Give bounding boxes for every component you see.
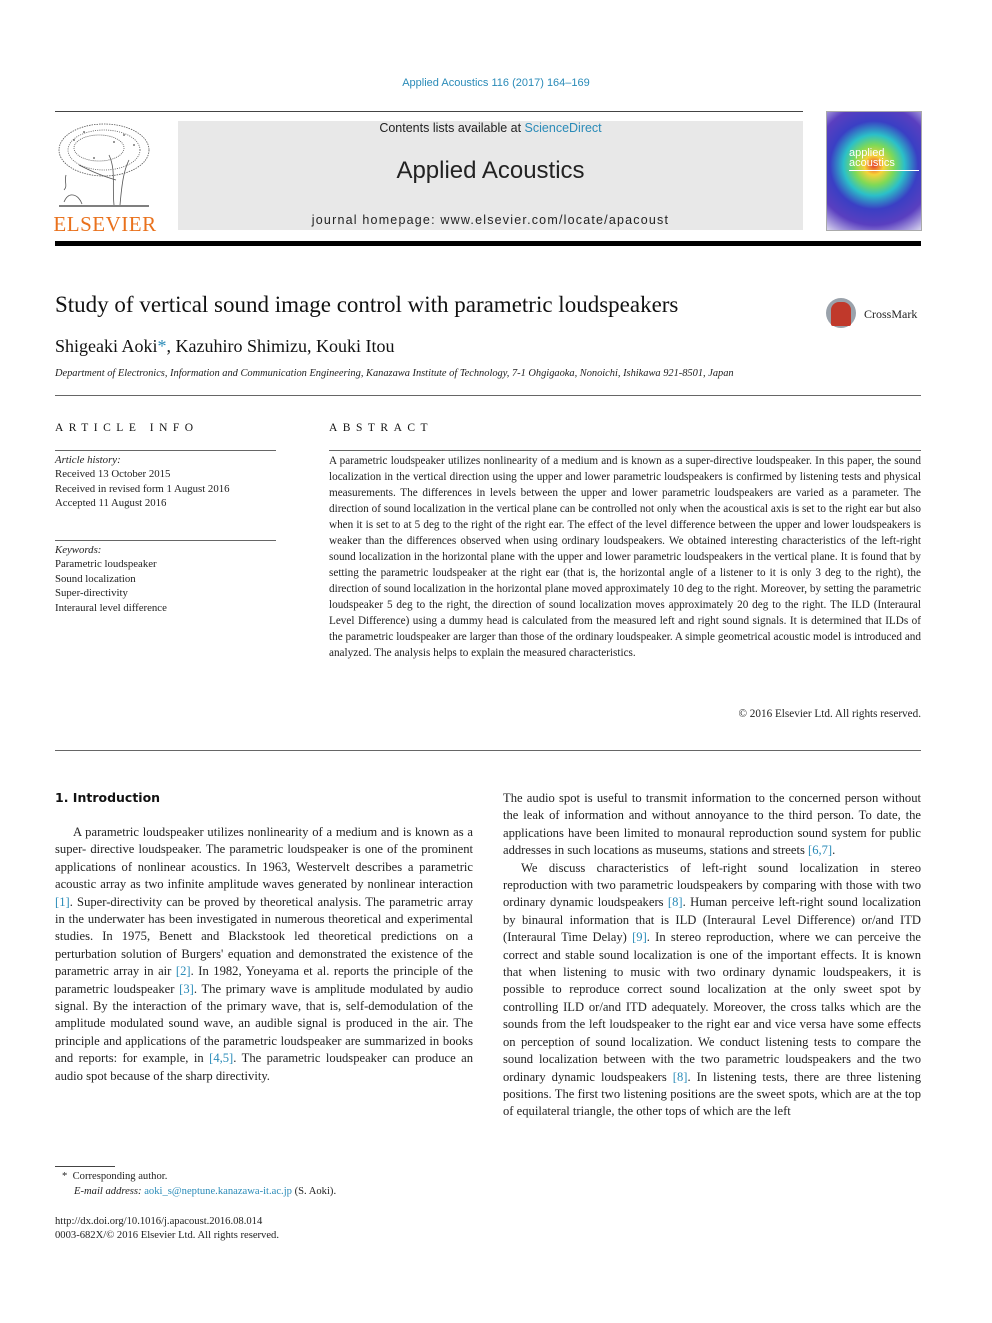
section-heading: 1. Introduction xyxy=(55,790,161,805)
citation-link[interactable]: [1] xyxy=(55,895,70,909)
citation-link[interactable]: [2] xyxy=(176,964,191,978)
crossmark-label: CrossMark xyxy=(864,307,918,321)
paragraph: We discuss characteristics of left-right… xyxy=(503,860,921,1121)
journal-cover-image[interactable]: applied acoustics xyxy=(826,111,922,231)
abstract-heading: ABSTRACT xyxy=(329,422,434,434)
citation-link[interactable]: [8] xyxy=(668,895,683,909)
keyword-item: Interaural level difference xyxy=(55,601,167,614)
author-name: Shigeaki Aoki xyxy=(55,336,158,356)
article-info-divider xyxy=(55,450,276,451)
header-thick-divider xyxy=(55,241,921,246)
cover-title-line2: acoustics xyxy=(849,157,895,169)
author-list: Shigeaki Aoki*, Kazuhiro Shimizu, Kouki … xyxy=(55,336,394,357)
footnote-text: Corresponding author. xyxy=(72,1171,168,1182)
keyword-item: Parametric loudspeaker xyxy=(55,558,157,571)
sciencedirect-link[interactable]: ScienceDirect xyxy=(525,121,602,135)
email-footnote: E-mail address: aoki_s@neptune.kanazawa-… xyxy=(74,1186,336,1197)
journal-header: Contents lists available at ScienceDirec… xyxy=(178,121,803,230)
crossmark-icon xyxy=(826,298,856,328)
paragraph-text: The audio spot is useful to transmit inf… xyxy=(503,791,921,858)
history-item: Received in revised form 1 August 2016 xyxy=(55,482,230,495)
article-history: Article history: Received 13 October 201… xyxy=(55,453,280,511)
history-label: Article history: xyxy=(55,454,121,466)
history-item: Received 13 October 2015 xyxy=(55,468,171,481)
elsevier-logo[interactable]: ELSEVIER xyxy=(52,120,158,236)
paragraph: The audio spot is useful to transmit inf… xyxy=(503,790,921,860)
article-info-heading: ARTICLE INFO xyxy=(55,422,199,434)
footnote-star: * xyxy=(62,1171,68,1182)
doi-link[interactable]: http://dx.doi.org/10.1016/j.apacoust.201… xyxy=(55,1216,262,1227)
abstract-copyright: © 2016 Elsevier Ltd. All rights reserved… xyxy=(738,708,922,720)
top-divider xyxy=(55,111,803,112)
email-label: E-mail address: xyxy=(74,1186,142,1197)
journal-homepage-link[interactable]: journal homepage: www.elsevier.com/locat… xyxy=(178,213,803,227)
issn-copyright: 0003-682X/© 2016 Elsevier Ltd. All right… xyxy=(55,1230,280,1241)
citation-link[interactable]: [3] xyxy=(179,982,194,996)
paragraph: A parametric loudspeaker utilizes nonlin… xyxy=(55,824,473,1085)
body-column-left: A parametric loudspeaker utilizes nonlin… xyxy=(55,824,473,1085)
abstract-text: A parametric loudspeaker utilizes nonlin… xyxy=(329,455,921,659)
citation-link[interactable]: [6,7] xyxy=(808,843,832,857)
elsevier-wordmark: ELSEVIER xyxy=(53,212,157,236)
crossmark-button[interactable]: CrossMark xyxy=(826,297,926,333)
keywords: Keywords: Parametric loudspeaker Sound l… xyxy=(55,543,280,615)
footnote-divider xyxy=(55,1166,115,1167)
elsevier-tree-icon xyxy=(54,120,154,212)
keywords-divider xyxy=(55,540,276,541)
abstract-bottom-divider xyxy=(55,750,921,751)
journal-name: Applied Acoustics xyxy=(396,157,585,184)
history-item: Accepted 11 August 2016 xyxy=(55,497,167,510)
affiliation-divider xyxy=(55,395,921,396)
citation-link[interactable]: [4,5] xyxy=(209,1051,233,1065)
citation-link[interactable]: [8] xyxy=(673,1070,688,1084)
keywords-label: Keywords: xyxy=(55,544,102,556)
paragraph-text: . In stereo reproduction, where we can p… xyxy=(503,930,921,1084)
email-suffix: (S. Aoki). xyxy=(291,1186,337,1197)
body-column-right: The audio spot is useful to transmit inf… xyxy=(503,790,921,1121)
citation-link[interactable]: [9] xyxy=(632,930,647,944)
cover-title: applied acoustics xyxy=(849,148,895,169)
article-title: Study of vertical sound image control wi… xyxy=(55,292,679,317)
contents-prefix: Contents lists available at xyxy=(379,121,525,135)
affiliation: Department of Electronics, Information a… xyxy=(55,368,734,379)
keyword-item: Sound localization xyxy=(55,572,136,585)
abstract-divider xyxy=(329,450,921,451)
contents-availability: Contents lists available at ScienceDirec… xyxy=(178,121,803,135)
corresponding-author-link[interactable]: * xyxy=(158,336,167,356)
paragraph-text: . xyxy=(832,843,836,858)
corresponding-author-footnote: * Corresponding author. xyxy=(62,1171,167,1182)
other-authors: , Kazuhiro Shimizu, Kouki Itou xyxy=(166,336,395,356)
journal-reference-link[interactable]: Applied Acoustics 116 (2017) 164–169 xyxy=(0,77,992,89)
keyword-item: Super-directivity xyxy=(55,587,128,600)
email-link[interactable]: aoki_s@neptune.kanazawa-it.ac.jp xyxy=(144,1186,292,1197)
cover-divider xyxy=(849,170,919,171)
paragraph-text: A parametric loudspeaker utilizes nonlin… xyxy=(55,825,473,892)
